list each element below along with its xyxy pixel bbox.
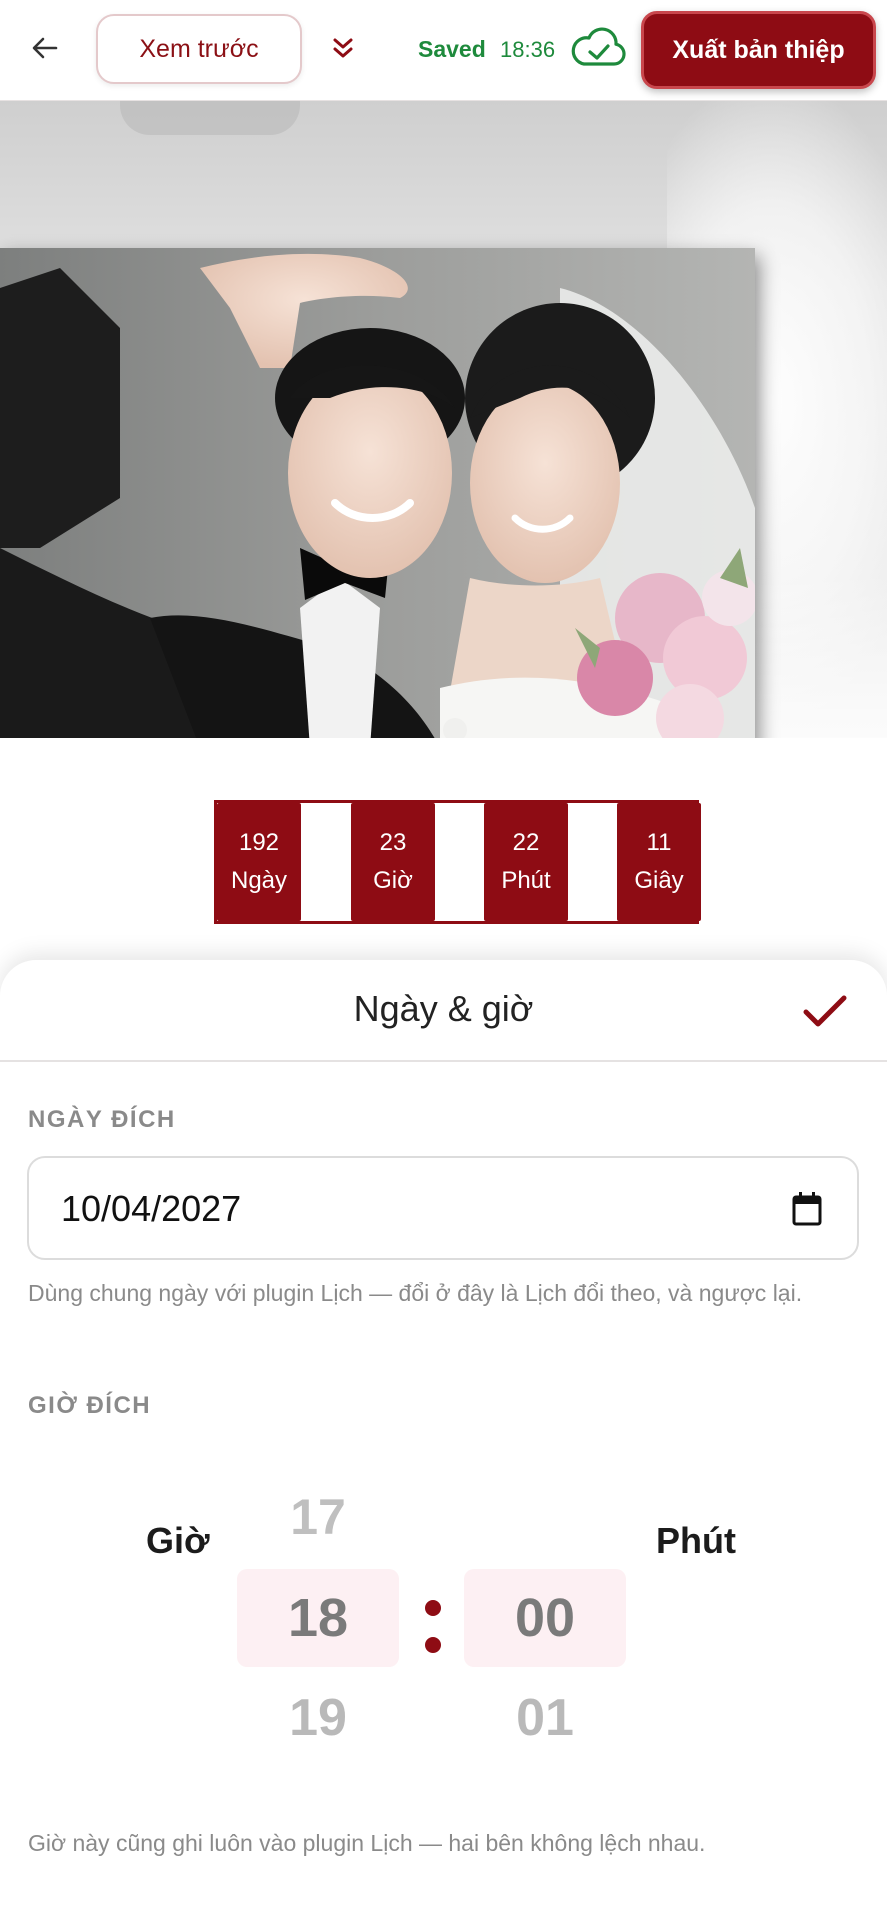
countdown-hours-unit: Giờ: [373, 867, 413, 894]
checkmark-icon: [803, 995, 847, 1027]
countdown-timer[interactable]: 192 Ngày 23 Giờ 22 Phút 11 Giây: [214, 800, 701, 924]
collapse-button[interactable]: [322, 28, 364, 70]
hour-label: Giờ: [146, 1520, 210, 1561]
minute-wheel-selected[interactable]: 00: [464, 1569, 626, 1667]
date-section-label: NGÀY ĐÍCH: [28, 1106, 176, 1133]
countdown-minutes: 22 Phút: [484, 803, 568, 921]
date-value: 10/04/2027: [61, 1188, 242, 1229]
countdown-days-value: 192: [238, 829, 280, 856]
preview-button[interactable]: Xem trước: [96, 14, 302, 84]
countdown-days-unit: Ngày: [230, 867, 288, 894]
countdown-minutes-value: 22: [512, 829, 540, 856]
countdown-hours: 23 Giờ: [351, 803, 435, 921]
cloud-check-icon: [571, 27, 626, 66]
date-time-sheet: Ngày & giờ NGÀY ĐÍCH 10/04/2027 Dùng chu…: [0, 960, 887, 1920]
countdown-seconds: 11 Giây: [617, 803, 701, 921]
time-section-label: GIỜ ĐÍCH: [28, 1392, 152, 1419]
top-toolbar: Xem trước Saved 18:36 Xuất bản thiệp: [0, 0, 887, 101]
cover-section: [0, 101, 887, 738]
save-time: 18:36: [500, 37, 556, 62]
couple-photo[interactable]: [0, 248, 755, 738]
countdown-seconds-value: 11: [646, 829, 672, 856]
time-hint: Giờ này cũng ghi luôn vào plugin Lịch — …: [28, 1830, 706, 1856]
arrow-left-icon: [32, 37, 58, 59]
calendar-icon[interactable]: [791, 1191, 823, 1227]
hour-option-prev[interactable]: 17: [237, 1488, 399, 1546]
sheet-title: Ngày & giờ: [353, 988, 534, 1029]
countdown-hours-value: 23: [379, 829, 407, 856]
time-separator-dot: [425, 1600, 441, 1616]
time-separator-dot: [425, 1637, 441, 1653]
minute-option-next[interactable]: 01: [464, 1688, 626, 1748]
double-chevron-down-icon: [333, 38, 353, 58]
confirm-button[interactable]: [799, 986, 851, 1038]
hour-option-next[interactable]: 19: [237, 1688, 399, 1748]
save-status: Saved: [418, 36, 486, 62]
countdown-minutes-unit: Phút: [501, 867, 551, 894]
minute-label: Phút: [656, 1520, 736, 1561]
target-date-input[interactable]: 10/04/2027: [27, 1156, 859, 1260]
date-hint: Dùng chung ngày với plugin Lịch — đổi ở …: [28, 1280, 803, 1306]
hour-wheel-selected[interactable]: 18: [237, 1569, 399, 1667]
back-button[interactable]: [22, 25, 68, 71]
sheet-header: Ngày & giờ: [0, 960, 887, 1062]
publish-card-button[interactable]: Xuất bản thiệp: [641, 11, 876, 89]
countdown-days: 192 Ngày: [217, 803, 301, 921]
countdown-seconds-unit: Giây: [634, 867, 684, 894]
